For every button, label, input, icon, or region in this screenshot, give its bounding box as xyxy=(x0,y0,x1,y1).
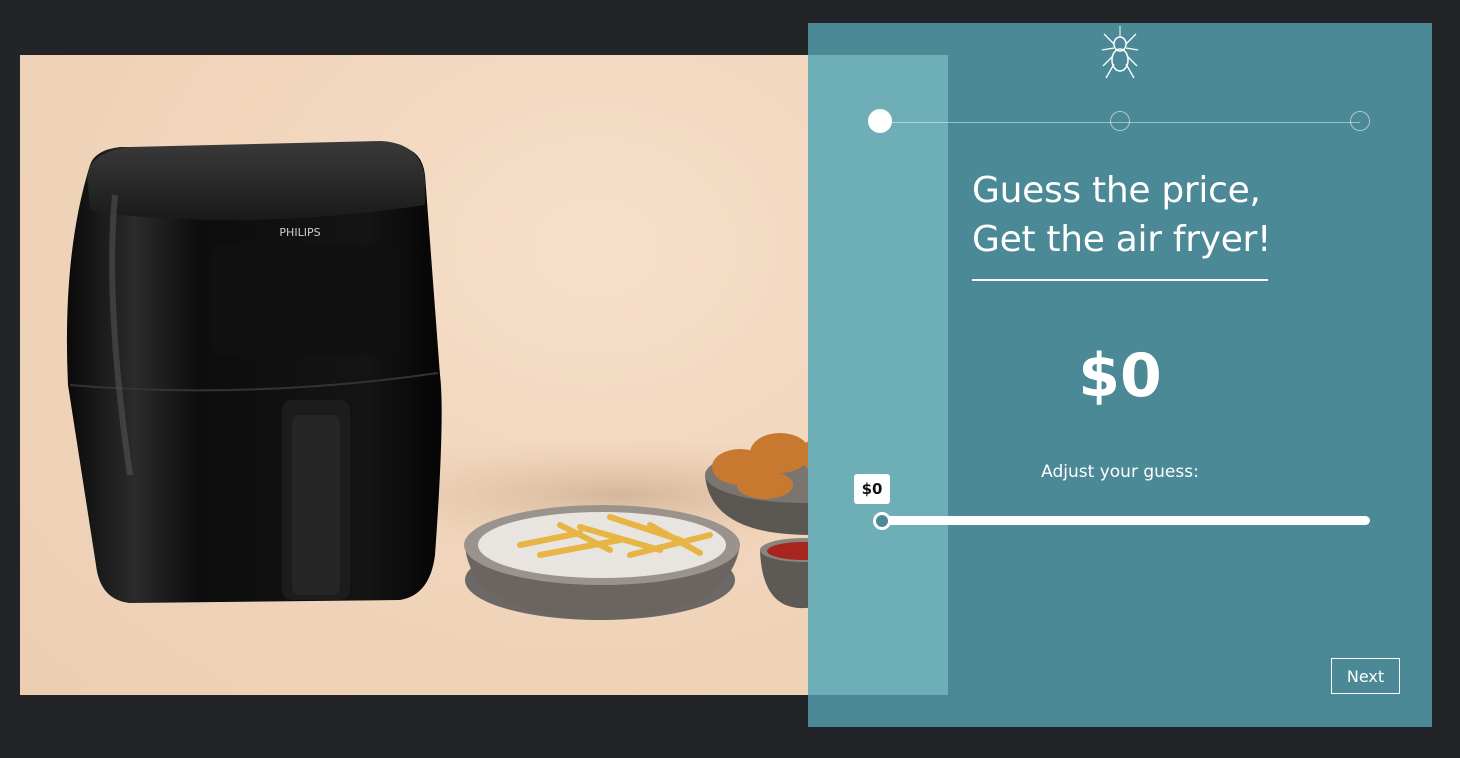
step-3[interactable] xyxy=(1350,111,1370,131)
price-slider-track[interactable] xyxy=(876,516,1370,525)
price-display: $0 xyxy=(1078,341,1162,411)
price-slider-thumb[interactable] xyxy=(873,512,891,530)
headline-line-1: Guess the price, xyxy=(972,170,1261,211)
next-button[interactable]: Next xyxy=(1331,658,1400,694)
slider-tooltip: $0 xyxy=(854,474,890,504)
headline-divider xyxy=(972,279,1268,281)
step-2[interactable] xyxy=(1110,111,1130,131)
spider-icon xyxy=(1101,26,1139,79)
headline-line-2: Get the air fryer! xyxy=(972,219,1272,260)
panel-overlay xyxy=(808,55,948,695)
adjust-label: Adjust your guess: xyxy=(1041,462,1199,482)
progress-steps xyxy=(868,109,1372,136)
step-1[interactable] xyxy=(868,109,892,133)
brand-label: PHILIPS xyxy=(279,226,320,239)
quiz-headline: Guess the price, Get the air fryer! xyxy=(972,166,1272,264)
